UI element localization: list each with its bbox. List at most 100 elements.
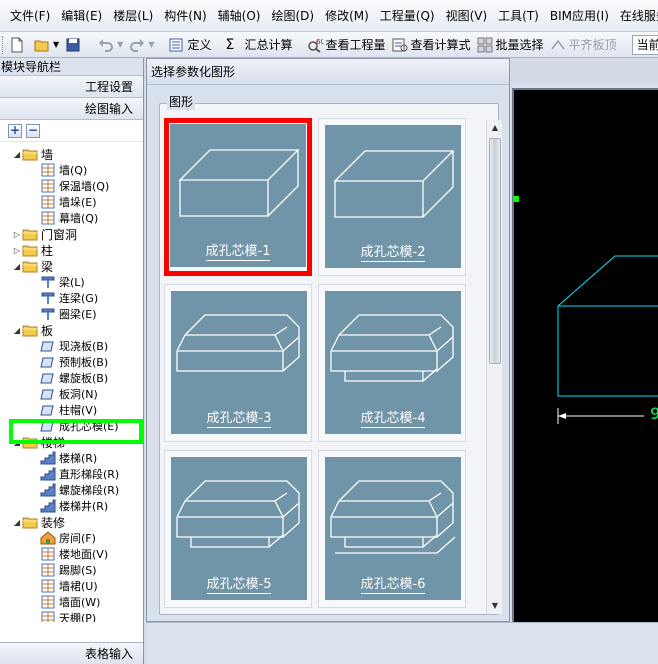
view-quantity-button[interactable]: 60 查看工程量 — [304, 34, 389, 56]
redo-icon — [130, 38, 145, 52]
tree-item[interactable]: 房间(F) — [40, 530, 96, 546]
menu-component[interactable]: 构件(N) — [164, 7, 206, 24]
tab-drawing-input[interactable]: 绘图输入 — [0, 98, 143, 120]
open-file-button[interactable]: ▼ — [31, 34, 62, 56]
open-dropdown-icon[interactable]: ▼ — [53, 40, 59, 49]
expand-all-button[interactable]: + — [8, 123, 22, 138]
tree-item[interactable]: 墙面(W) — [40, 594, 100, 610]
tree-item[interactable]: 墙(Q) — [40, 162, 87, 178]
toolbar-grip[interactable] — [2, 35, 3, 54]
menu-floor[interactable]: 楼层(L) — [113, 7, 153, 24]
sum-calc-button[interactable]: Σ 汇总计算 — [222, 34, 295, 56]
menu-modify[interactable]: 修改(M) — [325, 7, 369, 24]
shape-label: 成孔芯模-4 — [360, 411, 426, 428]
menu-online[interactable]: 在线服务(S) — [620, 7, 658, 24]
dimension-arrow-icon — [558, 413, 566, 419]
tree-item[interactable]: 楼地面(V) — [40, 546, 108, 562]
tree-item[interactable]: ◢ 墙 — [12, 146, 53, 162]
redo-button[interactable]: ▼ — [126, 34, 157, 56]
tree-item[interactable]: 梁(L) — [40, 274, 85, 290]
shape-caption: 成孔芯模-3 — [171, 407, 307, 428]
tree-item[interactable]: 连梁(G) — [40, 290, 98, 306]
scroll-down-icon[interactable]: ▼ — [487, 598, 503, 614]
tree-item[interactable]: ◢ 板 — [12, 322, 53, 338]
menu-quantity[interactable]: 工程量(Q) — [380, 7, 435, 24]
define-button[interactable]: 定义 — [165, 34, 214, 56]
menu-file[interactable]: 文件(F) — [10, 7, 50, 24]
folder-icon — [22, 323, 38, 337]
new-file-icon — [11, 37, 23, 52]
tree-item[interactable]: 幕墙(Q) — [40, 210, 98, 226]
save-button[interactable] — [62, 34, 87, 56]
tree-item[interactable]: 预制板(B) — [40, 354, 108, 370]
cast-slab-icon — [40, 339, 56, 353]
tree-item[interactable]: 楼梯(R) — [40, 450, 97, 466]
redo-dropdown-icon[interactable]: ▼ — [148, 40, 154, 49]
tree-item[interactable]: 天棚(P) — [40, 610, 96, 622]
expanded-arrow-icon[interactable]: ◢ — [12, 518, 22, 527]
tree-item[interactable]: 踢脚(S) — [40, 562, 97, 578]
tree-item[interactable]: ▷ 柱 — [12, 242, 53, 258]
shape-scrollbar[interactable]: ▲ ▼ — [486, 120, 502, 614]
tree-item[interactable]: 现浇板(B) — [40, 338, 108, 354]
menu-tools[interactable]: 工具(T) — [498, 7, 539, 24]
tree-item[interactable]: 柱帽(V) — [40, 402, 97, 418]
collapse-all-button[interactable]: − — [26, 123, 40, 138]
dimension-label: 9 — [650, 404, 658, 423]
sum-calc-label: 汇总计算 — [244, 38, 293, 52]
undo-icon — [99, 38, 114, 52]
shape-thumbnail: 成孔芯模-6 — [325, 457, 461, 600]
new-file-button[interactable] — [6, 34, 31, 56]
expanded-arrow-icon[interactable]: ◢ — [12, 150, 22, 159]
scroll-thumb[interactable] — [489, 138, 501, 364]
shape-option[interactable]: 成孔芯模-3 — [164, 284, 312, 442]
tree-item[interactable]: 直形梯段(R) — [40, 466, 119, 482]
tree-item[interactable]: ◢ 装修 — [12, 514, 65, 530]
undo-button[interactable]: ▼ — [95, 34, 126, 56]
shape-label: 成孔芯模-2 — [360, 245, 426, 262]
expanded-arrow-icon[interactable]: ◢ — [12, 438, 22, 447]
shape-option[interactable]: 成孔芯模-1 — [164, 118, 312, 276]
tree-item[interactable]: 螺旋板(B) — [40, 370, 108, 386]
batch-select-button[interactable]: 批量选择 — [474, 34, 547, 56]
tab-table-input[interactable]: 表格输入 — [0, 642, 143, 664]
expanded-arrow-icon[interactable]: ◢ — [12, 326, 22, 335]
tree-item[interactable]: 板洞(N) — [40, 386, 98, 402]
view-formula-button[interactable]: 查看计算式 — [389, 34, 474, 56]
menu-aux-axis[interactable]: 辅轴(O) — [218, 7, 261, 24]
tab-project-settings[interactable]: 工程设置 — [0, 76, 143, 98]
tree-item[interactable]: ◢ 梁 — [12, 258, 53, 274]
tree-item[interactable]: 成孔芯模(E) — [40, 418, 119, 434]
scroll-up-icon[interactable]: ▲ — [487, 120, 503, 136]
tree-item[interactable]: ◢ 楼梯 — [12, 434, 65, 450]
shape-option[interactable]: 成孔芯模-2 — [318, 118, 466, 276]
menu-view[interactable]: 视图(V) — [446, 7, 488, 24]
grip-handle[interactable] — [513, 196, 519, 202]
shape-option[interactable]: 成孔芯模-6 — [318, 450, 466, 608]
tree-item[interactable]: 圈梁(E) — [40, 306, 97, 322]
shape-option[interactable]: 成孔芯模-5 — [164, 450, 312, 608]
menu-edit[interactable]: 编辑(E) — [61, 7, 102, 24]
tree-item[interactable]: ▷ 门窗洞 — [12, 226, 77, 242]
undo-dropdown-icon[interactable]: ▼ — [117, 40, 123, 49]
collapsed-arrow-icon[interactable]: ▷ — [12, 246, 22, 255]
menu-draw[interactable]: 绘图(D) — [271, 7, 314, 24]
tree-item[interactable]: 墙裙(U) — [40, 578, 98, 594]
tree-item[interactable]: 保温墙(Q) — [40, 178, 109, 194]
flush-slab-top-label: 平齐板顶 — [568, 38, 617, 52]
drawing-canvas[interactable]: 9 — [512, 88, 658, 622]
shape-option[interactable]: 成孔芯模-4 — [318, 284, 466, 442]
tree-item[interactable]: 楼梯井(R) — [40, 498, 108, 514]
collapsed-arrow-icon[interactable]: ▷ — [12, 230, 22, 239]
tree-item[interactable]: 螺旋梯段(R) — [40, 482, 119, 498]
curtain-wall-icon — [40, 211, 56, 225]
cad-drawing — [557, 255, 658, 424]
sigma-icon: Σ — [225, 36, 235, 53]
column-cap-icon — [40, 403, 56, 417]
menu-bim[interactable]: BIM应用(I) — [550, 7, 609, 24]
menu-bar: 文件(F) 编辑(E) 楼层(L) 构件(N) 辅轴(O) 绘图(D) 修改(M… — [0, 0, 658, 32]
expanded-arrow-icon[interactable]: ◢ — [12, 262, 22, 271]
current-floor-field[interactable]: 当前 — [631, 34, 658, 55]
tree-item[interactable]: 墙垛(E) — [40, 194, 97, 210]
flush-slab-top-button[interactable]: 平齐板顶 — [547, 34, 620, 56]
